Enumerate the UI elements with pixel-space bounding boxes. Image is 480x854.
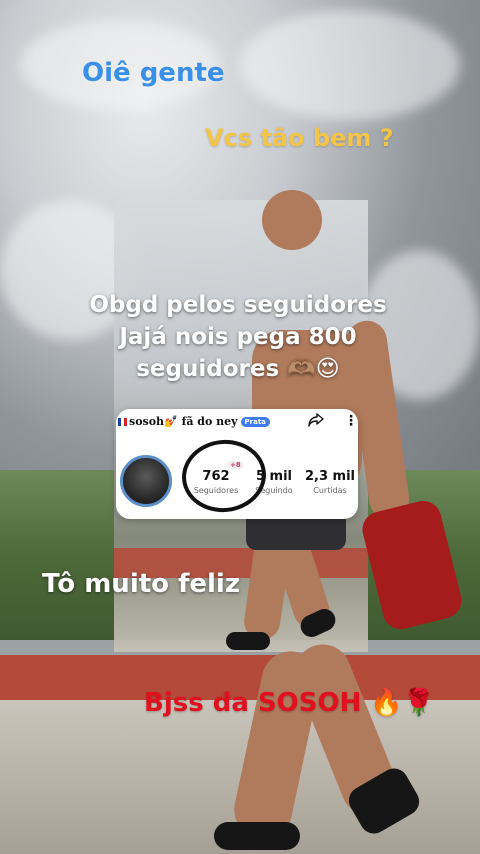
share-icon[interactable] [307, 411, 325, 429]
more-options-icon[interactable]: ⋮ [344, 414, 358, 428]
france-flag-icon [118, 418, 127, 426]
profile-username-row: sosoh💅 fã do ney Prata [118, 415, 270, 428]
sandal [214, 822, 300, 850]
happy-text: Tô muito feliz [42, 569, 240, 599]
stat-likes[interactable]: 2,3 mil Curtidas [302, 469, 358, 495]
thanks-text: Obgd pelos seguidores Jajá nois pega 800… [76, 289, 400, 385]
likes-label: Curtidas [313, 486, 347, 495]
thanks-line-2: Jajá nois pega 800 [119, 324, 357, 350]
thanks-line-3: seguidores 🫶🏽😍 [136, 356, 340, 382]
cloud [240, 10, 460, 120]
greeting-text: Oiê gente [82, 58, 225, 88]
likes-count: 2,3 mil [304, 469, 355, 484]
profile-username: sosoh💅 fã do ney [129, 415, 238, 428]
signoff-text: Bjss da SOSOH 🔥🌹 [144, 688, 436, 718]
person-head [262, 190, 322, 250]
sandal [226, 632, 270, 650]
question-text: Vcs tão bem ? [205, 124, 394, 152]
avatar[interactable] [120, 455, 172, 507]
thanks-line-1: Obgd pelos seguidores [89, 292, 387, 318]
level-badge: Prata [240, 417, 270, 427]
